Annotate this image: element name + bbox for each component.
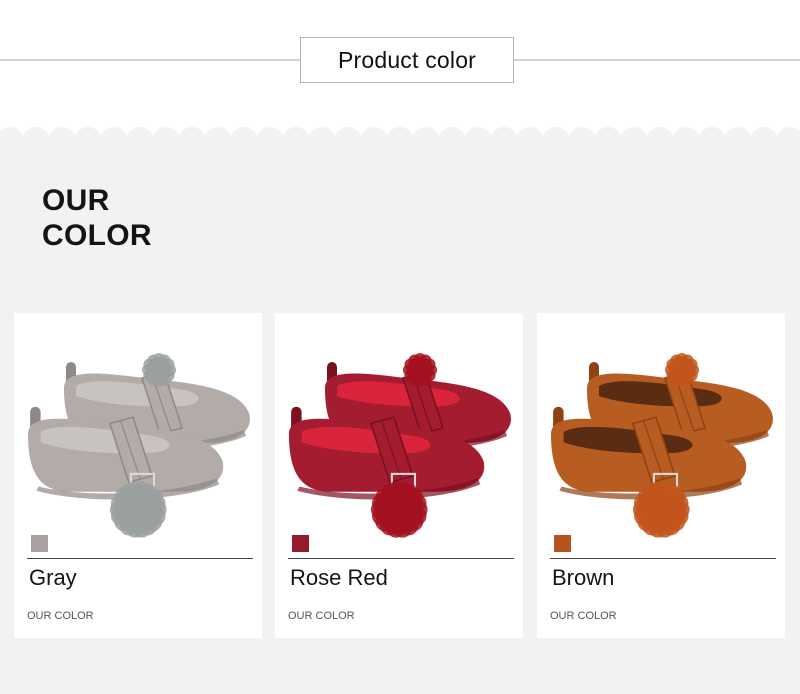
brown-shoes-image	[551, 353, 773, 538]
color-name-label: Gray	[29, 565, 77, 590]
card-divider	[550, 558, 776, 559]
product-card-brown[interactable]: Brown OUR COLOR	[537, 313, 785, 638]
scalloped-divider	[0, 127, 800, 152]
section-header-title: Product color	[300, 37, 514, 83]
card-divider	[288, 558, 514, 559]
card-divider	[27, 558, 253, 559]
header-rule-right	[514, 59, 800, 61]
card-caption: OUR COLOR	[288, 610, 355, 622]
color-swatch-gray	[31, 535, 48, 552]
color-name-label: Brown	[552, 565, 615, 590]
product-card-gray[interactable]: Gray OUR COLOR	[14, 313, 262, 638]
header-rule-left	[0, 59, 300, 61]
gray-shoes-image	[28, 353, 250, 538]
color-name-label: Rose Red	[290, 565, 388, 590]
color-swatch-rose-red	[292, 535, 309, 552]
card-caption: OUR COLOR	[27, 610, 94, 622]
rose-red-shoes-image	[289, 353, 511, 538]
product-card-rose-red[interactable]: Rose Red OUR COLOR	[275, 313, 523, 638]
card-caption: OUR COLOR	[550, 610, 617, 622]
our-color-heading: OUR COLOR	[42, 184, 152, 252]
color-swatch-brown	[554, 535, 571, 552]
